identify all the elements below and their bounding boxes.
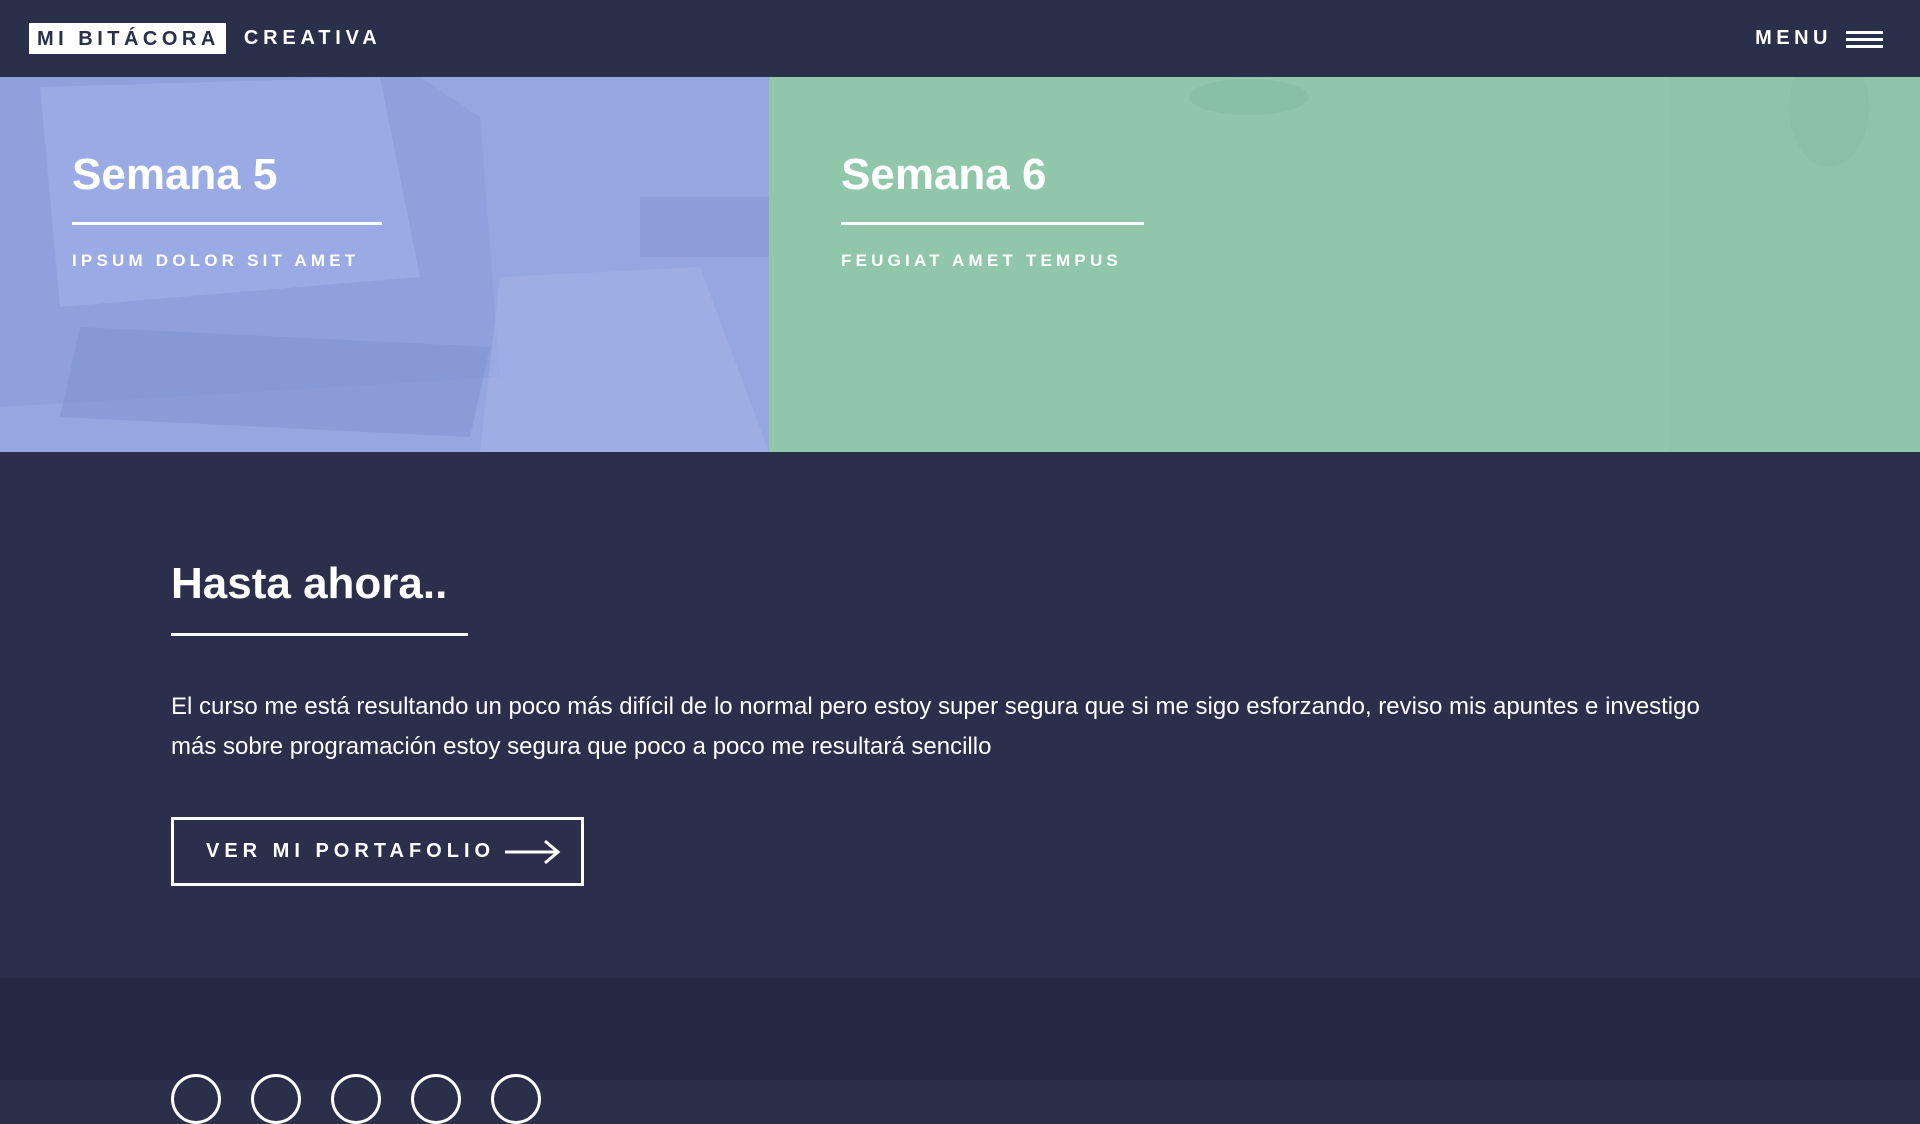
- social-icon[interactable]: [411, 1074, 461, 1124]
- social-icon[interactable]: [251, 1074, 301, 1124]
- tile-semana-5[interactable]: Semana 5 IPSUM DOLOR SIT AMET: [0, 77, 769, 452]
- social-icon[interactable]: [171, 1074, 221, 1124]
- site-footer: [0, 978, 1920, 1124]
- intro-section: Hasta ahora.. El curso me está resultand…: [0, 452, 1920, 978]
- social-links: [171, 1074, 571, 1124]
- tile-divider: [72, 222, 382, 225]
- tile-subtitle: IPSUM DOLOR SIT AMET: [72, 251, 360, 270]
- hamburger-icon: [1846, 29, 1883, 49]
- menu-button[interactable]: MENU: [1755, 27, 1883, 50]
- tile-title: Semana 6: [841, 150, 1047, 199]
- site-logo[interactable]: MI BITÁCORA CREATIVA: [29, 23, 382, 54]
- tile-content: Semana 5 IPSUM DOLOR SIT AMET: [72, 149, 382, 271]
- tile-divider: [841, 222, 1144, 225]
- section-title: Hasta ahora..: [171, 559, 448, 608]
- social-icon[interactable]: [491, 1074, 541, 1124]
- tile-semana-6[interactable]: Semana 6 FEUGIAT AMET TEMPUS: [769, 77, 1920, 452]
- tile-content: Semana 6 FEUGIAT AMET TEMPUS: [841, 149, 1144, 271]
- section-divider: [171, 633, 468, 636]
- arrow-right-icon: [505, 839, 561, 864]
- portfolio-button-label: VER MI PORTAFOLIO: [206, 840, 496, 862]
- tile-title: Semana 5: [72, 150, 278, 199]
- portfolio-button[interactable]: VER MI PORTAFOLIO: [171, 817, 584, 886]
- intro-content: Hasta ahora.. El curso me está resultand…: [171, 558, 1731, 886]
- logo-boxed-text: MI BITÁCORA: [29, 23, 226, 54]
- section-paragraph: El curso me está resultando un poco más …: [171, 693, 1700, 760]
- social-icon[interactable]: [331, 1074, 381, 1124]
- logo-text: CREATIVA: [243, 27, 382, 49]
- tile-subtitle: FEUGIAT AMET TEMPUS: [841, 251, 1122, 270]
- site-header: MI BITÁCORA CREATIVA MENU: [0, 0, 1920, 77]
- menu-label: MENU: [1755, 27, 1832, 49]
